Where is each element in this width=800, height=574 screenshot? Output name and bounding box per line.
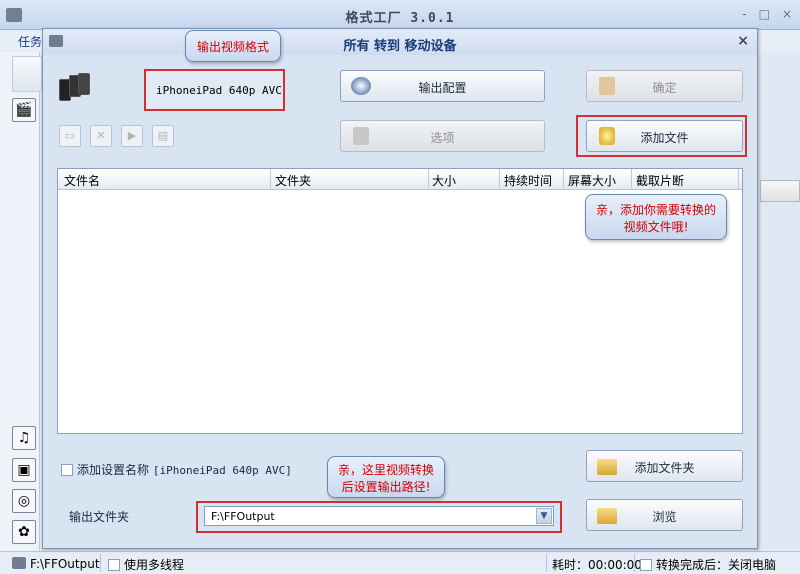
left-top-strip — [12, 56, 42, 92]
rom-category-icon[interactable]: ◎ — [12, 489, 36, 513]
table-header: 文件名 文件夹 大小 持续时间 屏幕大小 截取片断 — [58, 169, 742, 190]
window-controls: - □ × — [742, 7, 792, 21]
menu-task[interactable]: 任务 — [18, 33, 42, 50]
setting-value: [iPhoneiPad 640p AVC] — [152, 464, 292, 477]
output-folder-select[interactable]: F:\FFOutput ▼ — [204, 506, 554, 526]
main-titlebar: 格式工厂 3.0.1 - □ × — [0, 0, 800, 30]
folder-icon — [12, 557, 26, 569]
browse-button[interactable]: 浏览 — [586, 499, 743, 531]
after-done-checkbox[interactable] — [640, 559, 652, 571]
app-title: 格式工厂 3.0.1 — [345, 11, 455, 26]
output-config-button[interactable]: 输出配置 — [340, 70, 545, 102]
status-path: F:\FFOutput — [12, 556, 100, 571]
output-path-tooltip: 亲，这里视频转换后设置输出路径! — [327, 456, 445, 498]
add-file-button[interactable]: 添加文件 — [586, 120, 743, 152]
right-side-button[interactable] — [760, 180, 800, 202]
ok-button[interactable]: 确定 — [586, 70, 743, 102]
multithread-checkbox[interactable] — [108, 559, 120, 571]
output-format-box: iPhoneiPad 640p AVC — [144, 69, 285, 111]
convert-dialog: 所有 转到 移动设备 × iPhoneiPad 640p AVC 输出配置 确定… — [42, 28, 758, 549]
statusbar: F:\FFOutput 使用多线程 耗时：00:00:00 转换完成后：关闭电脑 — [0, 551, 800, 574]
video-category-icon[interactable]: 🎬 — [12, 98, 36, 122]
dialog-titlebar: 所有 转到 移动设备 × — [43, 29, 757, 55]
options-button[interactable]: 选项 — [340, 120, 545, 152]
dialog-close-button[interactable]: × — [737, 33, 749, 49]
play-icon[interactable]: ▶ — [121, 125, 143, 147]
format-tooltip: 输出视频格式 — [185, 30, 281, 62]
picture-category-icon[interactable]: ▣ — [12, 458, 36, 482]
col-screen-size[interactable]: 屏幕大小 — [568, 172, 616, 189]
add-setting-name-checkbox[interactable] — [61, 464, 73, 476]
clear-icon[interactable]: ✕ — [90, 125, 112, 147]
dialog-title: 所有 转到 移动设备 — [343, 39, 457, 54]
after-done-option[interactable]: 转换完成后：关闭电脑 — [640, 556, 776, 573]
col-clip[interactable]: 截取片断 — [636, 172, 684, 189]
col-folder[interactable]: 文件夹 — [275, 172, 311, 189]
maximize-button[interactable]: □ — [759, 7, 770, 21]
minimize-button[interactable]: - — [742, 7, 746, 21]
output-format-text: iPhoneiPad 640p AVC — [156, 84, 282, 97]
advanced-category-icon[interactable]: ✿ — [12, 520, 36, 544]
col-duration[interactable]: 持续时间 — [504, 172, 552, 189]
output-folder-label: 输出文件夹 — [69, 510, 130, 524]
info-icon[interactable]: ▤ — [152, 125, 174, 147]
col-filename[interactable]: 文件名 — [64, 172, 100, 189]
elapsed-time: 耗时：00:00:00 — [552, 558, 642, 572]
add-setting-name-option[interactable]: 添加设置名称 [iPhoneiPad 640p AVC] — [61, 461, 292, 478]
chevron-down-icon[interactable]: ▼ — [536, 508, 552, 524]
add-folder-button[interactable]: 添加文件夹 — [586, 450, 743, 482]
add-file-tooltip: 亲，添加你需要转换的视频文件哦! — [585, 194, 727, 240]
remove-icon[interactable]: ▭ — [59, 125, 81, 147]
multithread-option[interactable]: 使用多线程 — [108, 556, 184, 573]
close-button[interactable]: × — [782, 7, 792, 21]
audio-category-icon[interactable]: ♫ — [12, 426, 36, 450]
phones-icon — [59, 73, 91, 105]
col-size[interactable]: 大小 — [432, 172, 456, 189]
